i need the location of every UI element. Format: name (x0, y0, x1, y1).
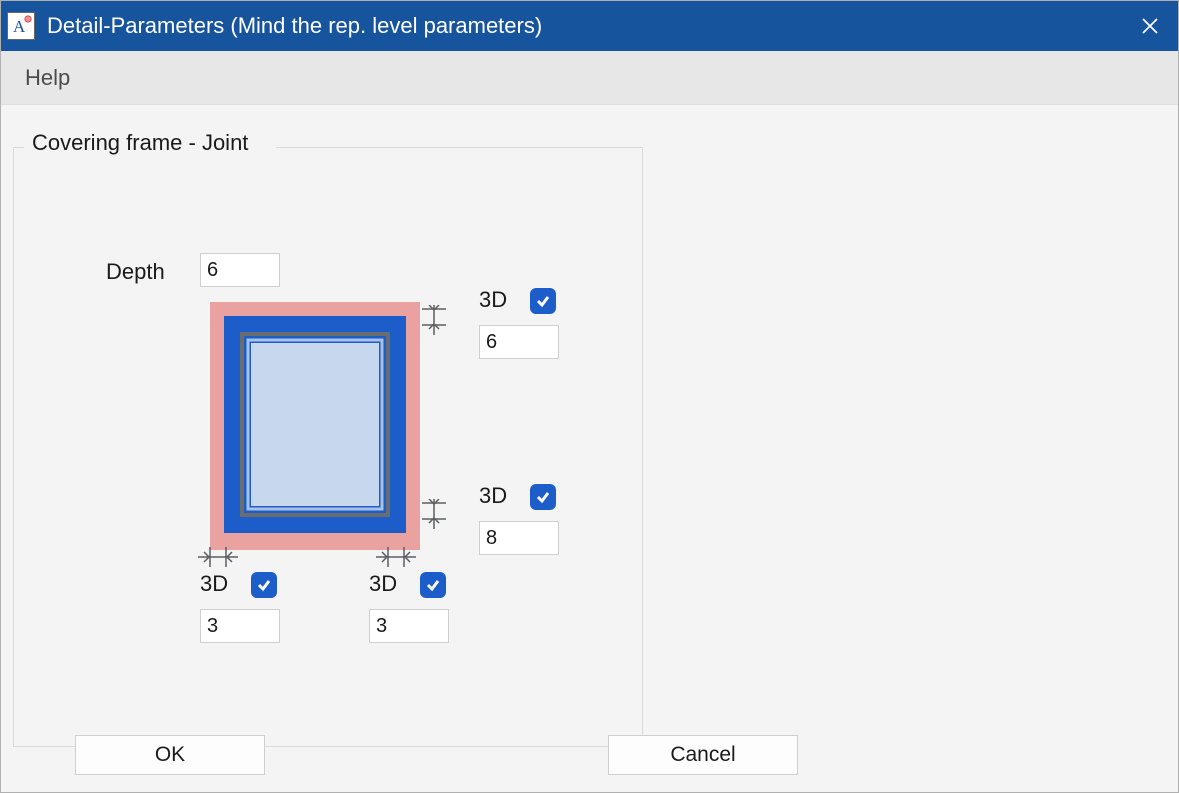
group-legend: Covering frame - Joint (28, 130, 252, 156)
right-3d-label: 3D (479, 483, 507, 509)
bottom-right-3d-checkbox[interactable] (420, 572, 446, 598)
bottom-left-3d-label: 3D (200, 571, 228, 597)
dim-arrow-bottom-right-icon (376, 545, 422, 569)
client-area: Covering frame - Joint Depth (1, 105, 1178, 759)
menu-help[interactable]: Help (25, 65, 70, 91)
dim-arrow-right-icon (420, 499, 448, 539)
cancel-button[interactable]: Cancel (608, 735, 798, 775)
bottom-left-joint-input[interactable] (200, 609, 280, 643)
title-bar: A Detail-Parameters (Mind the rep. level… (1, 1, 1178, 51)
top-3d-label: 3D (479, 287, 507, 313)
bottom-right-3d-label: 3D (369, 571, 397, 597)
top-joint-input[interactable] (479, 325, 559, 359)
bottom-left-3d-checkbox[interactable] (251, 572, 277, 598)
ok-button[interactable]: OK (75, 735, 265, 775)
depth-label: Depth (106, 259, 165, 285)
app-icon: A (7, 12, 35, 40)
top-3d-checkbox[interactable] (530, 288, 556, 314)
right-joint-input[interactable] (479, 521, 559, 555)
dim-arrow-bottom-left-icon (198, 545, 244, 569)
window-title: Detail-Parameters (Mind the rep. level p… (47, 13, 1122, 39)
close-button[interactable] (1122, 1, 1178, 51)
right-3d-checkbox[interactable] (530, 484, 556, 510)
bottom-right-joint-input[interactable] (369, 609, 449, 643)
menu-bar: Help (1, 51, 1178, 105)
dim-arrow-top-icon (420, 305, 448, 345)
svg-text:A: A (13, 17, 26, 36)
covering-frame-joint-group: Covering frame - Joint Depth (13, 147, 643, 747)
depth-input[interactable] (200, 253, 280, 287)
